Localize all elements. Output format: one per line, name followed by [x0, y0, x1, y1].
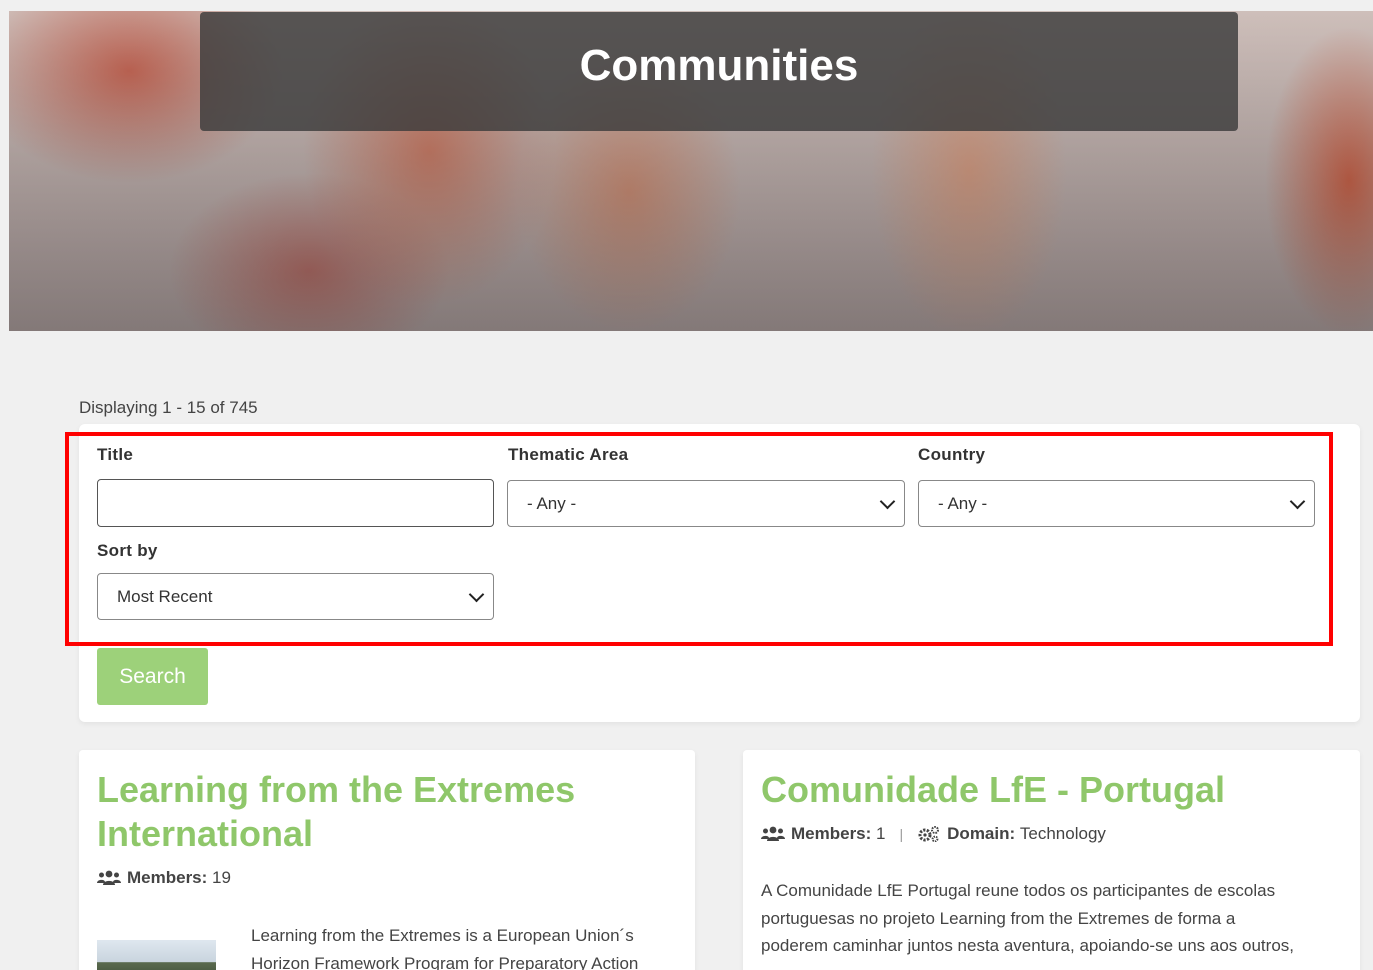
meta-separator: | — [899, 826, 904, 842]
card-description-line: portuguesas no projeto Learning from the… — [761, 908, 1236, 928]
card-title-line: Learning from the Extremes — [97, 769, 576, 810]
search-button[interactable]: Search — [97, 648, 208, 705]
card-description-line: poderem caminhar juntos nesta aventura, … — [761, 936, 1294, 955]
page: Communities Displaying 1 - 15 of 745 Tit… — [0, 0, 1373, 970]
card-description-line: Horizon Framework Program for Preparator… — [251, 953, 639, 970]
highlight-box — [65, 432, 1333, 646]
card-title-line: International — [97, 813, 314, 854]
members-count: 1 — [876, 824, 886, 843]
domain-value: Technology — [1019, 824, 1106, 843]
card-description-line: Learning from the Extremes is a European… — [251, 926, 634, 945]
members-label: Members: — [791, 824, 872, 843]
result-count: Displaying 1 - 15 of 745 — [79, 398, 258, 417]
card-description-line: A Comunidade LfE Portugal reune todos os… — [761, 881, 1276, 900]
users-icon — [97, 870, 121, 885]
users-icon — [761, 826, 785, 841]
hero-banner: Communities — [9, 11, 1373, 331]
members-label: Members: — [127, 868, 208, 887]
community-card-title[interactable]: Learning from the Extremes International — [97, 768, 575, 856]
community-thumbnail[interactable] — [97, 940, 216, 970]
card-description: Learning from the Extremes is a European… — [251, 922, 638, 970]
domain-label: Domain: — [947, 824, 1016, 843]
community-card: Comunidade LfE - Portugal Members: 1 | D… — [743, 750, 1360, 970]
community-card: Learning from the Extremes International… — [79, 750, 695, 970]
card-meta: Members: 19 — [97, 868, 231, 888]
card-meta: Members: 1 | Domain: Technology — [761, 824, 1106, 844]
gears-icon — [918, 826, 940, 842]
card-description: A Comunidade LfE Portugal reune todos os… — [761, 877, 1294, 960]
members-count: 19 — [212, 868, 231, 887]
community-card-title[interactable]: Comunidade LfE - Portugal — [761, 768, 1225, 812]
page-title: Communities — [579, 40, 859, 90]
hero-title-bar: Communities — [200, 12, 1238, 131]
